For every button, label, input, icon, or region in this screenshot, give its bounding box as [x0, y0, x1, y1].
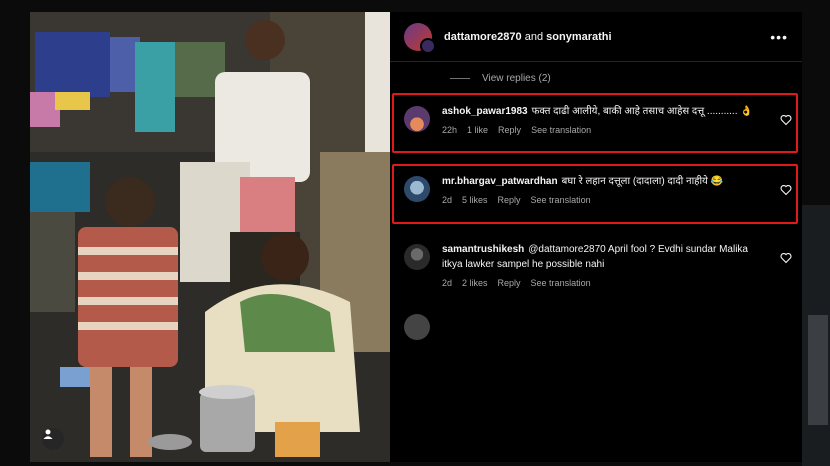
- author-joiner: and: [524, 30, 544, 43]
- comment-username[interactable]: samantrushikesh: [442, 244, 524, 255]
- comment-meta: 22h 1 like Reply See translation: [442, 123, 764, 138]
- user-icon: [43, 429, 53, 439]
- comment-likes[interactable]: 2 likes: [462, 276, 488, 291]
- post-photo[interactable]: [30, 12, 390, 462]
- comment-item: ashok_pawar1983 फक्त दाढी आलीये, बाकी आहे…: [390, 104, 802, 138]
- view-replies-button[interactable]: View replies (2): [450, 70, 802, 86]
- vintage-family-photo: [30, 12, 390, 462]
- more-options-icon[interactable]: •••: [770, 29, 788, 45]
- comment-text: फक्त दाढी आलीये, बाकी आहे तसाच आहेस दत्त…: [531, 106, 753, 117]
- collaborator-avatar[interactable]: [420, 37, 436, 54]
- replies-divider: [450, 77, 470, 79]
- author-username[interactable]: dattamore2870: [444, 31, 522, 43]
- comment-time[interactable]: 2d: [442, 276, 452, 291]
- comment-time[interactable]: 22h: [442, 123, 457, 138]
- comment-avatar[interactable]: [404, 106, 430, 132]
- heart-icon[interactable]: [780, 184, 792, 196]
- see-translation-button[interactable]: See translation: [531, 123, 591, 138]
- comment-username[interactable]: mr.bhargav_patwardhan: [442, 176, 558, 187]
- collaborator-username[interactable]: sonymarathi: [546, 31, 611, 43]
- comment-reply-button[interactable]: Reply: [498, 193, 521, 208]
- post-authors: dattamore2870 and sonymarathi: [444, 31, 612, 43]
- comment-username[interactable]: ashok_pawar1983: [442, 106, 528, 117]
- comment-likes[interactable]: 1 like: [467, 123, 488, 138]
- comment-reply-button[interactable]: Reply: [498, 276, 521, 291]
- comment-item-partial: [390, 312, 802, 340]
- background-page-edge: [802, 205, 830, 466]
- post-author-avatar[interactable]: [404, 22, 436, 54]
- post-modal: dattamore2870 and sonymarathi ••• View r…: [30, 12, 802, 462]
- comment-reply-button[interactable]: Reply: [498, 123, 521, 138]
- view-replies-label: View replies (2): [482, 72, 551, 84]
- background-thumbnail: [808, 315, 828, 425]
- comment-meta: 2d 2 likes Reply See translation: [442, 276, 764, 291]
- comment-avatar[interactable]: [404, 314, 430, 340]
- comments-panel: dattamore2870 and sonymarathi ••• View r…: [390, 12, 802, 462]
- comment-avatar[interactable]: [404, 244, 430, 270]
- heart-icon[interactable]: [780, 114, 792, 126]
- comment-meta: 2d 5 likes Reply See translation: [442, 193, 764, 208]
- see-translation-button[interactable]: See translation: [531, 276, 591, 291]
- tagged-users-button[interactable]: [42, 428, 64, 450]
- comment-text: बघा रे लहान दत्तूला (दादाला) दादी नाहीये…: [561, 176, 724, 187]
- comment-time[interactable]: 2d: [442, 193, 452, 208]
- post-header: dattamore2870 and sonymarathi •••: [390, 12, 802, 62]
- heart-icon[interactable]: [780, 252, 792, 264]
- comment-likes[interactable]: 5 likes: [462, 193, 488, 208]
- comment-avatar[interactable]: [404, 176, 430, 202]
- comment-item: samantrushikesh @dattamore2870 April fool…: [390, 242, 802, 291]
- see-translation-button[interactable]: See translation: [531, 193, 591, 208]
- comment-item: mr.bhargav_patwardhan बघा रे लहान दत्तूला…: [390, 174, 802, 208]
